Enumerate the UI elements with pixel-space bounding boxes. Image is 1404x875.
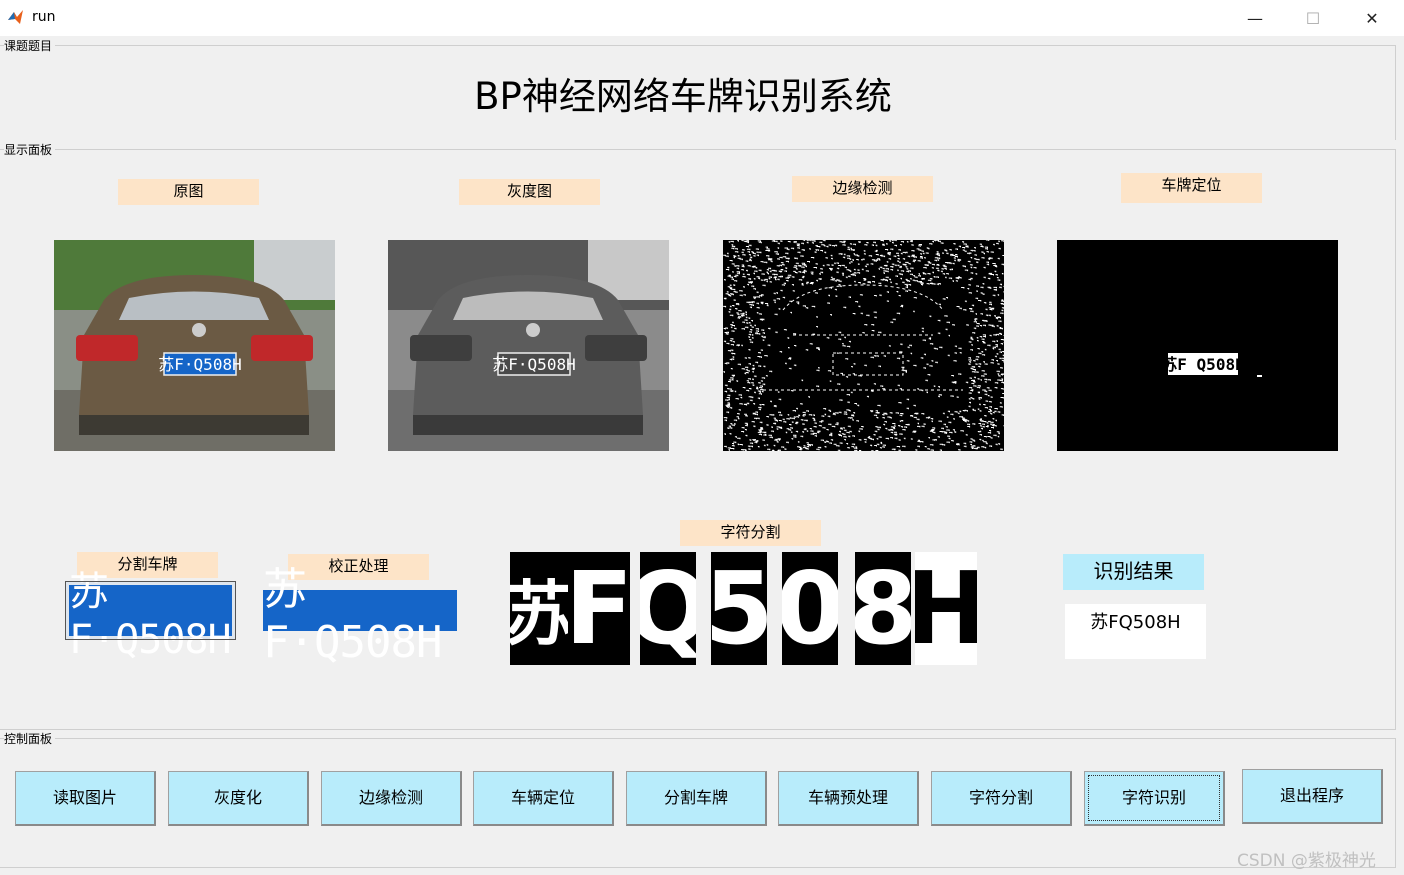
vehicle-locate-button[interactable]: 车辆定位 <box>473 771 614 826</box>
minimize-button[interactable]: — <box>1226 0 1284 36</box>
vehicle-preprocess-button[interactable]: 车辆预处理 <box>778 771 919 826</box>
grayscale-image: 苏F·Q508H <box>388 240 669 451</box>
char-recognize-button[interactable]: 字符识别 <box>1084 771 1225 826</box>
close-button[interactable]: ✕ <box>1343 0 1401 36</box>
result-value: 苏FQ508H <box>1065 604 1206 659</box>
page-title: BP神经网络车牌识别系统 <box>474 75 892 118</box>
exit-button[interactable]: 退出程序 <box>1242 769 1383 824</box>
char-segment: F <box>568 552 630 665</box>
caption-char-seg: 字符分割 <box>680 520 821 546</box>
watermark: CSDN @紫极神光 <box>1237 851 1376 871</box>
topic-panel-label: 课题题目 <box>4 39 56 53</box>
read-image-button[interactable]: 读取图片 <box>15 771 156 826</box>
grayscale-button[interactable]: 灰度化 <box>168 771 309 826</box>
split-plate-image: 苏F·Q508H <box>65 569 236 663</box>
char-segment: 0 <box>782 552 838 665</box>
caption-grayscale: 灰度图 <box>459 179 600 205</box>
original-plate-text: 苏F·Q508H <box>158 355 241 374</box>
caption-original: 原图 <box>118 179 259 205</box>
split-plate-button[interactable]: 分割车牌 <box>626 771 767 826</box>
window-title: run <box>32 9 56 25</box>
edge-detect-button[interactable]: 边缘检测 <box>321 771 462 826</box>
matlab-icon <box>8 10 23 24</box>
plate-location-image: 苏F Q508H <box>1057 240 1338 451</box>
char-segment: 苏 <box>510 552 568 665</box>
original-image: 苏F·Q508H <box>54 240 335 451</box>
window-titlebar: run — ☐ ✕ <box>0 0 1404 36</box>
result-label: 识别结果 <box>1063 554 1204 590</box>
maximize-button[interactable]: ☐ <box>1284 0 1342 36</box>
corrected-plate-image: 苏F·Q508H <box>263 564 457 668</box>
caption-edge: 边缘检测 <box>792 176 933 202</box>
grayscale-plate-text: 苏F·Q508H <box>492 355 575 374</box>
caption-locate: 车牌定位 <box>1121 173 1262 203</box>
control-panel-label: 控制面板 <box>4 732 56 746</box>
char-segment-button[interactable]: 字符分割 <box>931 771 1072 826</box>
char-segment: H <box>915 552 977 665</box>
edge-image <box>723 240 1004 451</box>
display-panel-label: 显示面板 <box>4 143 56 157</box>
char-segment: 8 <box>855 552 911 665</box>
char-segment: Q <box>640 552 696 665</box>
char-segment: 5 <box>711 552 767 665</box>
located-plate-text: 苏F Q508H <box>1161 355 1244 374</box>
